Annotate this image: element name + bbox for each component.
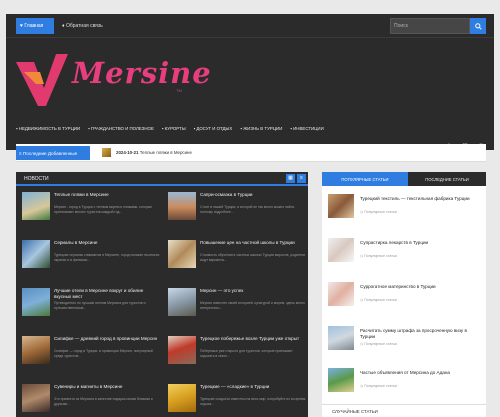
post-thumbnail[interactable] xyxy=(22,192,50,220)
search-button[interactable] xyxy=(470,18,486,34)
article-title[interactable]: Супрастирка лекарств в Турции xyxy=(360,240,480,246)
logo[interactable]: Mersine TM xyxy=(14,46,211,116)
post-excerpt: Стоит в нашей Турции, в которой не так м… xyxy=(200,205,296,214)
article-title[interactable]: Расчитать сумму штрафа за просроченную в… xyxy=(360,328,480,340)
article-thumbnail[interactable] xyxy=(328,238,354,262)
grid-view-button[interactable]: ▦ xyxy=(286,174,295,183)
news-post[interactable]: Сувениры и магниты в Мерсине Что привезт… xyxy=(22,384,162,417)
post-thumbnail[interactable] xyxy=(168,336,196,364)
feedback-menu[interactable]: ♦ Обратная связь xyxy=(58,18,128,34)
post-excerpt: Силифке — город в Турции, в провинции Ме… xyxy=(54,349,153,358)
post-thumbnail[interactable] xyxy=(22,240,50,268)
post-excerpt: Мерсин известен своей историей, культуро… xyxy=(200,301,305,310)
article-meta: ◷ Популярные статьи xyxy=(360,254,397,258)
news-section: НОВОСТИ ▦ ≡ Теплые пляжи в Мерсине Мерси… xyxy=(16,172,308,417)
home-link[interactable]: ♥ Главная xyxy=(16,18,54,34)
breaking-headline[interactable]: 2024-10-21 Теплые пляжи в Мерсине xyxy=(116,150,192,155)
news-post[interactable]: Силифке — древний город в провинции Мерс… xyxy=(22,336,162,380)
post-excerpt: Турецкие сладости известны на весь мир, … xyxy=(200,397,306,406)
sidebar-article[interactable]: Частые объявления от Мерсина до Адана ◷ … xyxy=(328,368,482,398)
breaking-date: 2024-10-21 xyxy=(116,150,139,155)
top-bar: ♥ Главная ♦ Обратная связь Поиск xyxy=(6,14,494,38)
random-articles-heading: СЛУЧАЙНЫЕ СТАТЬИ xyxy=(322,404,486,417)
sidebar-article[interactable]: Турецкий текстиль — текстильная фабрика … xyxy=(328,194,482,224)
post-title[interactable]: Теплые пляжи в Мерсине xyxy=(54,192,160,198)
news-post[interactable]: Турецкое побережье возле Турции уже откр… xyxy=(168,336,308,380)
page: ♥ Главная ♦ Обратная связь Поиск Mersine… xyxy=(6,14,494,417)
article-title[interactable]: Турецкий текстиль — текстильная фабрика … xyxy=(360,196,480,202)
sidebar-tabs: ПОПУЛЯРНЫЕ СТАТЬИ ПОСЛЕДНИЕ СТАТЬИ xyxy=(322,172,486,186)
logo-v-mark-icon xyxy=(16,54,68,106)
article-meta: ◷ Популярные статьи xyxy=(360,384,397,388)
article-thumbnail[interactable] xyxy=(328,282,354,306)
post-title[interactable]: Повышение цен на частной школы в Турции xyxy=(200,240,306,246)
logo-tm: TM xyxy=(176,88,182,93)
logo-text: Mersine xyxy=(72,56,212,90)
news-post[interactable]: Сериалы в Мерсине Турецкие сериалы снима… xyxy=(22,240,162,284)
search-input[interactable]: Поиск xyxy=(390,18,470,34)
post-thumbnail[interactable] xyxy=(22,384,50,412)
article-thumbnail[interactable] xyxy=(328,326,354,350)
post-thumbnail[interactable] xyxy=(168,240,196,268)
search-icon xyxy=(474,22,482,30)
breaking-title: Теплые пляжи в Мерсине xyxy=(139,150,192,155)
article-meta: ◷ Популярные статьи xyxy=(360,298,397,302)
post-excerpt: Побережье уже открыто для туристов, кото… xyxy=(200,349,293,358)
sidebar-article[interactable]: Расчитать сумму штрафа за просроченную в… xyxy=(328,326,482,356)
post-thumbnail[interactable] xyxy=(22,288,50,316)
sidebar: ПОПУЛЯРНЫЕ СТАТЬИ ПОСЛЕДНИЕ СТАТЬИ Турец… xyxy=(322,172,486,417)
nav-item-citizenship[interactable]: ▪ ГРАЖДАНСТВО И ПОЛЕЗНОЕ xyxy=(88,126,154,131)
article-meta: ◷ Популярные статьи xyxy=(360,210,397,214)
post-excerpt: Путеводитель по лучшим отелям Мерсина дл… xyxy=(54,301,146,310)
nav-item-life[interactable]: ▪ ЖИЗНЬ В ТУРЦИИ xyxy=(240,126,282,131)
post-thumbnail[interactable] xyxy=(168,288,196,316)
post-title[interactable]: Турецкое побережье возле Турции уже откр… xyxy=(200,336,306,342)
main-nav: ▪ НЕДВИЖИМОСТЬ В ТУРЦИИ ▪ ГРАЖДАНСТВО И … xyxy=(16,122,486,134)
news-post[interactable]: Сапри-осмазка в Турции Стоит в нашей Тур… xyxy=(168,192,308,236)
sidebar-article[interactable]: Супрастирка лекарств в Турции ◷ Популярн… xyxy=(328,238,482,268)
sidebar-article[interactable]: Суррогатное материнство в Турции ◷ Попул… xyxy=(328,282,482,312)
post-thumbnail[interactable] xyxy=(168,192,196,220)
post-title[interactable]: Сувениры и магниты в Мерсине xyxy=(54,384,160,390)
news-post[interactable]: Повышение цен на частной школы в Турции … xyxy=(168,240,308,284)
post-excerpt: Что привезти из Мерсина в качестве подар… xyxy=(54,397,153,406)
news-post[interactable]: Турецкие — «сладкие» в Турции Турецкие с… xyxy=(168,384,308,417)
post-excerpt: Стоимость обучения в частных школах Турц… xyxy=(200,253,305,262)
news-header: НОВОСТИ ▦ ≡ xyxy=(16,172,308,186)
nav-item-resorts[interactable]: ▪ КУРОРТЫ xyxy=(162,126,186,131)
site-header: Mersine TM ▪ НЕДВИЖИМОСТЬ В ТУРЦИИ ▪ ГРА… xyxy=(6,38,494,150)
news-post[interactable]: Лучшие отели в Мерсине вокруг и обилие в… xyxy=(22,288,162,332)
nav-item-invest[interactable]: ▪ ИНВЕСТИЦИИ xyxy=(290,126,323,131)
breaking-label: ≡ Последние Добавленные xyxy=(16,146,90,160)
post-title[interactable]: Сапри-осмазка в Турции xyxy=(200,192,306,198)
post-title[interactable]: Лучшие отели в Мерсине вокруг и обилие в… xyxy=(54,288,160,300)
post-title[interactable]: Турецкие — «сладкие» в Турции xyxy=(200,384,306,390)
news-post[interactable]: Мерсин — это успех Мерсин известен своей… xyxy=(168,288,308,332)
post-title[interactable]: Мерсин — это успех xyxy=(200,288,306,294)
article-meta: ◷ Популярные статьи xyxy=(360,342,397,346)
breaking-thumbnail[interactable] xyxy=(102,148,111,157)
post-excerpt: Мерсин - город в Турции с теплым морем и… xyxy=(54,205,153,214)
nav-item-realty[interactable]: ▪ НЕДВИЖИМОСТЬ В ТУРЦИИ xyxy=(16,126,80,131)
nav-item-leisure[interactable]: ▪ ДОСУГ И ОТДЫХ xyxy=(194,126,233,131)
article-thumbnail[interactable] xyxy=(328,194,354,218)
post-title[interactable]: Сериалы в Мерсине xyxy=(54,240,160,246)
post-excerpt: Турецкие сериалы снимаются в Мерсине, го… xyxy=(54,253,160,262)
post-thumbnail[interactable] xyxy=(168,384,196,412)
tab-popular[interactable]: ПОПУЛЯРНЫЕ СТАТЬИ xyxy=(322,172,408,186)
article-title[interactable]: Суррогатное материнство в Турции xyxy=(360,284,480,290)
news-post[interactable]: Теплые пляжи в Мерсине Мерсин - город в … xyxy=(22,192,162,236)
list-view-button[interactable]: ≡ xyxy=(297,174,306,183)
news-title: НОВОСТИ xyxy=(24,176,49,182)
article-thumbnail[interactable] xyxy=(328,368,354,392)
post-thumbnail[interactable] xyxy=(22,336,50,364)
tab-latest[interactable]: ПОСЛЕДНИЕ СТАТЬИ xyxy=(408,172,486,186)
post-title[interactable]: Силифке — древний город в провинции Мерс… xyxy=(54,336,160,342)
breaking-news-bar: ≡ Последние Добавленные 2024-10-21 Теплы… xyxy=(16,144,486,162)
article-title[interactable]: Частые объявления от Мерсина до Адана xyxy=(360,370,480,376)
